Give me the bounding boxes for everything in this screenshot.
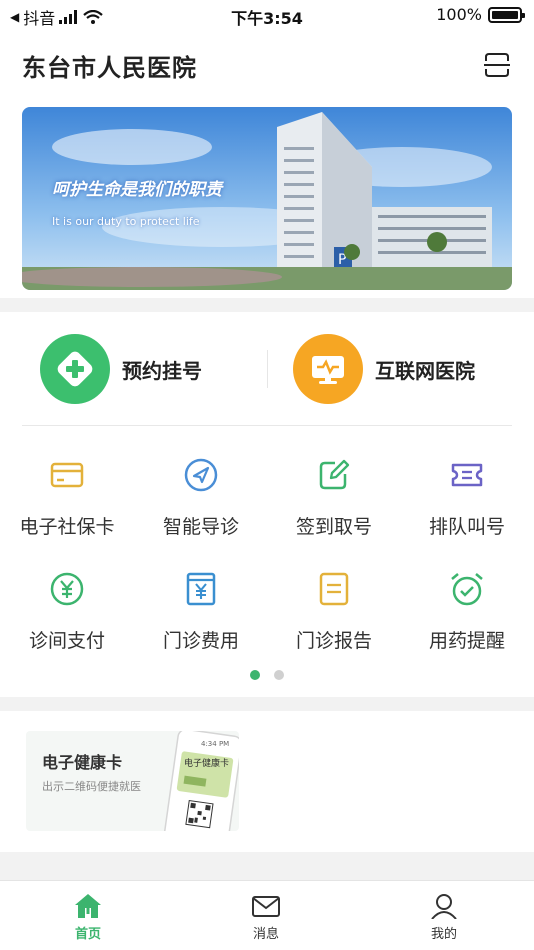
banner-slogan: 呵护生命是我们的职责 (52, 180, 222, 200)
yuan-document-icon (186, 572, 216, 606)
navigation-icon (184, 458, 218, 492)
tab-messages-label: 消息 (252, 927, 279, 942)
social-security-card-label: 电子社保卡 (19, 516, 115, 538)
clinic-payment-label: 诊间支付 (28, 630, 105, 652)
e-health-card-banner[interactable]: 电子健康卡 出示二维码便捷就医 4:34 PM 电子健康卡 (26, 731, 239, 831)
smart-triage-label: 智能导诊 (162, 516, 239, 538)
scan-icon[interactable] (484, 52, 510, 78)
clinic-payment-button[interactable]: 诊间支付 (0, 570, 134, 653)
internet-hospital-button[interactable]: 互联网医院 (293, 334, 475, 404)
tab-profile[interactable]: 我的 (399, 893, 489, 942)
phone-time: 4:34 PM (201, 740, 230, 748)
mail-icon (252, 896, 280, 917)
user-icon (431, 894, 457, 919)
outpatient-report-button[interactable]: 门诊报告 (267, 570, 401, 653)
action-separator (267, 350, 268, 388)
tab-home[interactable]: 首页 (43, 893, 133, 942)
book-appointment-button[interactable]: 预约挂号 (40, 334, 202, 404)
outpatient-fees-label: 门诊费用 (162, 630, 239, 652)
book-appointment-label: 预约挂号 (122, 358, 202, 383)
internet-hospital-label: 互联网医院 (375, 358, 475, 383)
health-card-title: 电子健康卡 (42, 753, 123, 772)
queue-call-label: 排队叫号 (428, 516, 505, 538)
bottom-tab-bar: 首页 消息 我的 (0, 880, 534, 950)
outpatient-report-label: 门诊报告 (295, 630, 372, 652)
card-icon (50, 462, 84, 488)
section-divider (0, 298, 534, 312)
yuan-circle-icon (50, 572, 84, 606)
header: 东台市人民医院 (22, 42, 512, 88)
battery-percent: 100% (436, 5, 482, 24)
page-dot-1[interactable] (250, 670, 260, 680)
section-divider (0, 852, 534, 880)
page-dot-2[interactable] (274, 670, 284, 680)
tab-messages[interactable]: 消息 (221, 893, 311, 942)
check-in-label: 签到取号 (295, 516, 372, 538)
report-icon (319, 572, 349, 606)
status-bar: ◀ 抖音 下午3:54 100% (0, 0, 534, 30)
queue-call-button[interactable]: 排队叫号 (400, 456, 534, 539)
page-indicator (0, 670, 534, 680)
check-in-button[interactable]: 签到取号 (267, 456, 401, 539)
smart-triage-button[interactable]: 智能导诊 (134, 456, 268, 539)
alarm-clock-icon (451, 573, 483, 606)
social-security-card-button[interactable]: 电子社保卡 (0, 456, 134, 539)
tab-profile-label: 我的 (430, 927, 457, 942)
outpatient-fees-button[interactable]: 门诊费用 (134, 570, 268, 653)
medication-reminder-label: 用药提醒 (428, 630, 505, 652)
section-divider (0, 697, 534, 711)
plus-cross-icon (40, 334, 110, 404)
ticket-icon (451, 463, 483, 487)
home-icon (75, 894, 101, 918)
hospital-banner[interactable]: P 呵护生命是我们的职责 It is our duty to protect l… (22, 107, 512, 290)
banner-subtitle: It is our duty to protect life (52, 215, 200, 228)
divider (22, 425, 512, 426)
page-title: 东台市人民医院 (22, 54, 197, 82)
tab-home-label: 首页 (74, 927, 101, 942)
medication-reminder-button[interactable]: 用药提醒 (400, 570, 534, 653)
health-card-subtitle: 出示二维码便捷就医 (42, 780, 141, 793)
edit-icon (319, 459, 350, 490)
battery-icon (488, 6, 525, 23)
monitor-pulse-icon (293, 334, 363, 404)
phone-card-title: 电子健康卡 (184, 759, 230, 769)
